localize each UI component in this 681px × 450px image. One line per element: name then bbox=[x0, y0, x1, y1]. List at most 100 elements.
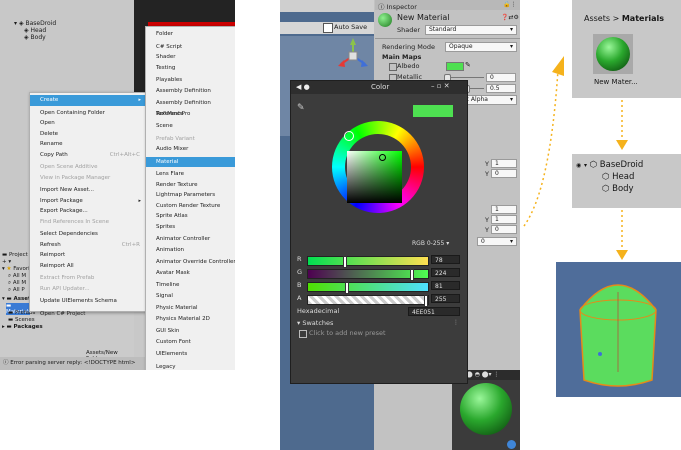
rendering-mode-dropdown[interactable]: Opaque ▾ bbox=[445, 42, 517, 52]
menu-item[interactable]: Copy Path Ctrl+Alt+C bbox=[30, 150, 146, 161]
channel-slider-thumb[interactable] bbox=[424, 295, 428, 307]
smoothness-value-field[interactable]: 0.5 bbox=[486, 84, 516, 93]
menu-item[interactable]: Material bbox=[146, 156, 235, 167]
hierarchy-item-body[interactable]: ⬡ Body bbox=[602, 184, 634, 194]
menu-item[interactable]: GUI Skin bbox=[146, 326, 235, 337]
hierarchy-item-basedroid[interactable]: ▾ ◈ BaseDroid bbox=[14, 20, 56, 27]
lock-icon[interactable]: 🔒⋮ bbox=[503, 1, 516, 8]
menu-item[interactable]: Delete bbox=[30, 129, 146, 140]
preview-mode-icon[interactable]: ⬤ ◓ ⬤▾ ⋮ bbox=[466, 371, 499, 378]
add-preset-icon[interactable] bbox=[299, 330, 307, 338]
menu-item[interactable]: Lightmap Parameters bbox=[146, 190, 235, 201]
hierarchy-item-head[interactable]: ◈ Head bbox=[24, 27, 46, 34]
y-value-field[interactable]: 0 bbox=[491, 169, 517, 178]
menu-item[interactable]: Update UIElements Schema bbox=[30, 296, 146, 307]
channel-value-field[interactable]: 224 bbox=[431, 268, 460, 277]
value-field[interactable]: 1 bbox=[491, 205, 517, 214]
menu-item[interactable]: Import New Asset... bbox=[30, 185, 146, 196]
window-controls-icon[interactable]: – ▫ ✕ bbox=[431, 82, 450, 90]
channel-slider[interactable] bbox=[307, 269, 429, 281]
swatches-menu-icon[interactable]: ⋮ bbox=[453, 319, 459, 326]
menu-item[interactable]: Timeline bbox=[146, 280, 235, 291]
menu-item[interactable]: Open bbox=[30, 118, 146, 129]
project-row-favorites[interactable]: ▾ ★ Favori bbox=[2, 266, 30, 272]
eyedropper-icon[interactable]: ✎ bbox=[465, 61, 471, 69]
channel-slider-thumb[interactable] bbox=[410, 269, 414, 281]
menu-item[interactable]: Select Dependencies bbox=[30, 229, 146, 240]
settings-icon[interactable]: ❓⇄⚙ bbox=[501, 14, 519, 21]
metallic-slider-track[interactable] bbox=[446, 77, 484, 78]
tab-inspector[interactable]: ⓘ Inspector bbox=[378, 1, 417, 11]
eyedropper-icon[interactable]: ✎ bbox=[297, 103, 305, 113]
channel-value-field[interactable]: 81 bbox=[431, 281, 460, 290]
albedo-color-swatch[interactable] bbox=[446, 62, 464, 71]
lower-dropdown[interactable]: 0 ▾ bbox=[477, 237, 517, 246]
channel-slider-thumb[interactable] bbox=[345, 282, 349, 294]
menu-item[interactable]: Refresh Ctrl+R bbox=[30, 240, 146, 251]
channel-value-field[interactable]: 78 bbox=[431, 255, 460, 264]
project-row-all-materials[interactable]: ⌕ All M bbox=[8, 273, 26, 280]
y-value-field[interactable]: 1 bbox=[491, 215, 517, 224]
menu-item[interactable]: Playables bbox=[146, 75, 235, 86]
menu-item[interactable]: Export Package... bbox=[30, 206, 146, 217]
channel-slider[interactable] bbox=[307, 282, 429, 294]
menu-item[interactable]: Rename bbox=[30, 139, 146, 150]
menu-item[interactable]: Custom Render Texture bbox=[146, 201, 235, 212]
menu-item[interactable]: Assembly Definition Reference bbox=[146, 98, 235, 117]
menu-item[interactable]: Create ▸ bbox=[30, 95, 146, 106]
project-row-all-prefabs[interactable]: ⌕ All P bbox=[8, 287, 25, 294]
hex-field[interactable]: 4EE051 bbox=[408, 307, 460, 316]
menu-item[interactable]: Signal bbox=[146, 291, 235, 302]
asset-tile[interactable] bbox=[593, 34, 633, 74]
menu-item[interactable]: TextMeshPro bbox=[146, 109, 235, 120]
menu-item[interactable]: Run API Updater... bbox=[30, 284, 146, 295]
auto-save-checkbox[interactable] bbox=[323, 23, 333, 33]
project-row-all-models[interactable]: ⌕ All M bbox=[8, 280, 26, 287]
channel-value-field[interactable]: 255 bbox=[431, 294, 460, 303]
menu-item[interactable]: Open C# Project bbox=[30, 309, 146, 320]
hierarchy-item-basedroid[interactable]: ◉ ▾ ⬡ BaseDroid bbox=[576, 160, 643, 170]
menu-item[interactable]: Custom Font bbox=[146, 337, 235, 348]
sv-picker-handle[interactable] bbox=[379, 154, 386, 161]
menu-item[interactable]: Sprites bbox=[146, 222, 235, 233]
scene-gizmo[interactable] bbox=[336, 38, 370, 74]
menu-item[interactable]: View in Package Manager bbox=[30, 173, 146, 184]
project-tab[interactable]: ▬ Project bbox=[2, 252, 28, 258]
menu-item[interactable]: Audio Mixer bbox=[146, 144, 235, 155]
menu-item[interactable]: Reimport bbox=[30, 250, 146, 261]
menu-item[interactable]: Import Package ▸ bbox=[30, 196, 146, 207]
menu-item[interactable]: Animation bbox=[146, 245, 235, 256]
menu-item[interactable]: Legacy bbox=[146, 362, 235, 371]
breadcrumb-assets[interactable]: Assets bbox=[584, 14, 610, 23]
menu-item[interactable]: Sprite Atlas bbox=[146, 211, 235, 222]
menu-item[interactable]: Physics Material 2D bbox=[146, 314, 235, 325]
menu-item[interactable]: Lens Flare bbox=[146, 169, 235, 180]
y-value-field[interactable]: 0 bbox=[491, 225, 517, 234]
hierarchy-item-body[interactable]: ◈ Body bbox=[24, 34, 46, 41]
texture-slot-albedo[interactable] bbox=[389, 63, 397, 71]
saturation-value-square[interactable] bbox=[347, 151, 402, 203]
menu-item[interactable]: Folder bbox=[146, 29, 235, 40]
menu-item[interactable]: Render Texture bbox=[146, 180, 235, 191]
menu-item[interactable]: Physic Material bbox=[146, 303, 235, 314]
menu-item[interactable]: C# Script bbox=[146, 42, 235, 53]
menu-item[interactable]: Animator Override Controller bbox=[146, 257, 235, 268]
y-value-field[interactable]: 1 bbox=[491, 159, 517, 168]
hierarchy-item-head[interactable]: ⬡ Head bbox=[602, 172, 634, 182]
menu-item[interactable]: Shader bbox=[146, 52, 235, 63]
menu-item[interactable]: Testing bbox=[146, 63, 235, 74]
menu-item[interactable]: Scene bbox=[146, 121, 235, 132]
menu-item[interactable]: Open Containing Folder bbox=[30, 108, 146, 119]
asset-label[interactable]: New Mater... bbox=[594, 78, 638, 86]
metallic-value-field[interactable]: 0 bbox=[486, 73, 516, 82]
color-mode-dropdown[interactable]: RGB 0-255 ▾ bbox=[409, 239, 457, 248]
channel-slider-thumb[interactable] bbox=[343, 256, 347, 268]
menu-item[interactable]: Reimport All bbox=[30, 261, 146, 272]
channel-slider[interactable] bbox=[307, 295, 429, 307]
menu-item[interactable]: Prefab Variant bbox=[146, 134, 235, 145]
project-row-packages[interactable]: ▸ ▬ Packages bbox=[2, 324, 43, 330]
channel-slider[interactable] bbox=[307, 256, 429, 268]
menu-item[interactable]: Animator Controller bbox=[146, 234, 235, 245]
menu-item[interactable]: Open Scene Additive bbox=[30, 162, 146, 173]
swatches-foldout[interactable]: ▾ Swatches bbox=[297, 319, 333, 327]
